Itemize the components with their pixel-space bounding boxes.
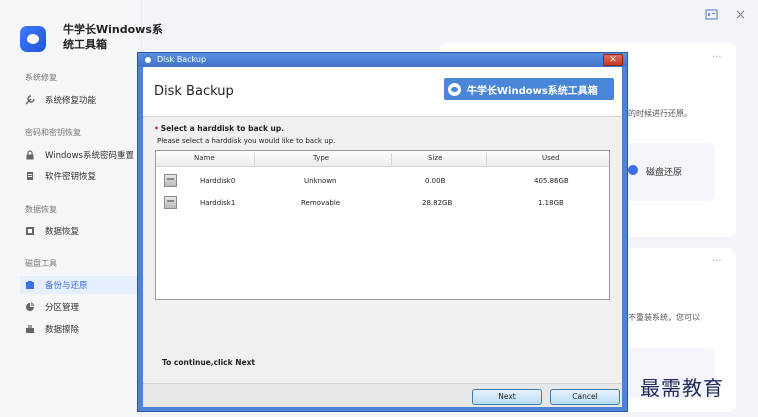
sidebar-item-label: 软件密钥恢复 [45, 172, 97, 182]
column-divider [391, 153, 392, 165]
table-row[interactable]: Harddisk0 Unknown 0.00B 405.86GB [156, 173, 609, 191]
table-header: Name Type Size Used [156, 151, 609, 167]
column-divider [486, 153, 487, 165]
app-title-line1: 牛学长Windows系 [63, 23, 163, 36]
brand-banner: 牛学长Windows系统工具箱 [444, 78, 614, 100]
disk-backup-dialog: Disk Backup ✕ Disk Backup 牛学长Windows系统工具… [137, 52, 628, 412]
column-header-size[interactable]: Size [428, 154, 442, 162]
row-used: 405.86GB [534, 177, 569, 185]
sidebar-item-label: 系统修复功能 [45, 96, 97, 106]
column-header-type[interactable]: Type [313, 154, 329, 162]
close-icon[interactable] [734, 8, 747, 21]
wrench-icon [25, 95, 35, 105]
column-header-name[interactable]: Name [194, 154, 215, 162]
more-options-icon[interactable]: ··· [712, 256, 722, 267]
column-divider [254, 153, 255, 165]
watermark-text: 最需教育 [640, 376, 724, 400]
table-row[interactable]: Harddisk1 Removable 28.82GB 1.18GB [156, 195, 609, 213]
feedback-icon[interactable] [705, 8, 718, 21]
harddisk-icon [164, 196, 177, 209]
next-button[interactable]: Next [472, 389, 542, 405]
app-logo-icon [20, 26, 46, 52]
sidebar-item-backup-restore[interactable]: 备份与还原 [20, 276, 141, 294]
section-disk-tools: 磁盘工具 [25, 259, 57, 268]
panel-description: 的时候进行还原。 [628, 109, 692, 118]
select-harddisk-subtitle: Please select a harddisk you would like … [157, 137, 336, 145]
column-header-used[interactable]: Used [542, 154, 560, 162]
sidebar-item-label: 分区管理 [45, 303, 80, 313]
select-harddisk-title: • Select a harddisk to back up. [154, 124, 284, 133]
sidebar-item-software-key-recovery[interactable]: 软件密钥恢复 [25, 167, 141, 185]
dialog-close-button[interactable]: ✕ [603, 54, 623, 66]
pie-chart-icon [25, 302, 35, 312]
sidebar-item-windows-password-reset[interactable]: Windows系统密码重置 [25, 146, 141, 164]
sidebar-item-data-wipe[interactable]: 数据擦除 [25, 320, 141, 338]
section-password-recovery: 密码和密钥恢复 [25, 128, 81, 137]
dialog-header: Disk Backup 牛学长Windows系统工具箱 [143, 67, 622, 117]
section-system-repair: 系统修复 [25, 73, 57, 82]
sidebar-item-partition-manager[interactable]: 分区管理 [25, 298, 141, 316]
row-type: Unknown [304, 177, 337, 185]
sidebar-item-system-repair[interactable]: 系统修复功能 [25, 91, 141, 109]
sidebar-item-label: Windows系统密码重置 [45, 151, 134, 161]
section-data-recovery: 数据恢复 [25, 205, 57, 214]
dialog-footer: Next Cancel [143, 383, 622, 407]
row-used: 1.18GB [538, 199, 564, 207]
document-icon [25, 171, 35, 181]
brand-label: 牛学长Windows系统工具箱 [467, 85, 598, 97]
data-recovery-icon [25, 226, 35, 236]
harddisk-icon [164, 174, 177, 187]
harddisk-table: Name Type Size Used Harddisk0 Unknown 0.… [155, 150, 610, 300]
row-name: Harddisk1 [200, 199, 236, 207]
more-options-icon[interactable]: ··· [712, 52, 722, 63]
panel-description: 不重装系统，您可以 [628, 313, 700, 322]
restore-icon [628, 165, 638, 175]
app-window: 牛学长Windows系 统工具箱 系统修复 系统修复功能 密码和密钥恢复 Win… [0, 0, 758, 417]
sidebar: 牛学长Windows系 统工具箱 系统修复 系统修复功能 密码和密钥恢复 Win… [0, 0, 163, 417]
dialog-title: Disk Backup [154, 84, 234, 99]
app-title: 牛学长Windows系 统工具箱 [63, 22, 173, 52]
restore-card-label: 磁盘还原 [646, 168, 683, 178]
dialog-titlebar[interactable]: Disk Backup ✕ [138, 53, 627, 67]
cancel-button[interactable]: Cancel [550, 389, 620, 405]
sidebar-item-label: 备份与还原 [45, 281, 88, 291]
row-size: 28.82GB [422, 199, 453, 207]
select-title-text: Select a harddisk to back up. [160, 124, 285, 133]
sidebar-item-label: 数据擦除 [45, 325, 80, 335]
dialog-window-title: Disk Backup [157, 55, 207, 64]
row-name: Harddisk0 [200, 177, 236, 185]
sidebar-item-data-recovery[interactable]: 数据恢复 [25, 222, 141, 240]
sidebar-item-label: 数据恢复 [45, 227, 80, 237]
continue-instruction: To continue,click Next [162, 358, 256, 367]
row-size: 0.00B [425, 177, 446, 185]
app-small-icon [143, 55, 153, 65]
row-type: Removable [301, 199, 341, 207]
brand-logo-icon [448, 82, 461, 96]
app-title-line2: 统工具箱 [63, 38, 107, 51]
bullet-icon: • [154, 124, 159, 133]
wipe-icon [25, 324, 35, 334]
backup-icon [25, 280, 35, 290]
lock-icon [25, 150, 35, 160]
dialog-body: Disk Backup 牛学长Windows系统工具箱 • Select a ha… [143, 67, 622, 407]
